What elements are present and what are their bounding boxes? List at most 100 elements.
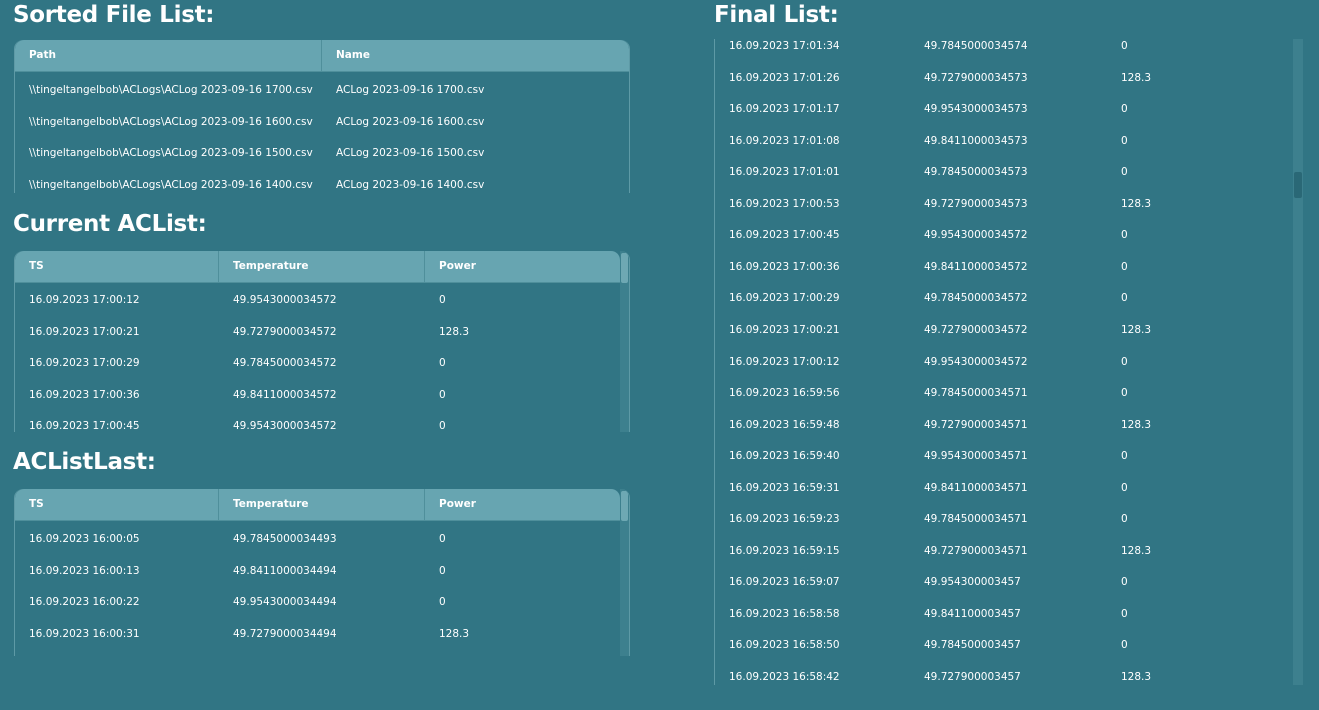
- table-cell: 16.09.2023 16:59:48: [729, 418, 840, 431]
- list-item[interactable]: 16.09.2023 16:59:48 49.7279000034571 128.3: [715, 410, 1287, 442]
- table-cell: 49.7279000034494: [233, 627, 337, 640]
- table-cell: 16.09.2023 17:01:01: [729, 166, 840, 179]
- scrollbar-thumb[interactable]: [621, 253, 628, 283]
- table-cell: 0: [1121, 40, 1128, 52]
- table-cell: 16.09.2023 16:00:31: [29, 627, 140, 640]
- sorted-file-list-grid[interactable]: Path Name \\tingeltangelbob\ACLogs\ACLog…: [14, 40, 630, 193]
- list-item[interactable]: 16.09.2023 17:00:45 49.9543000034572 0: [715, 220, 1287, 252]
- table-cell: 49.7279000034572: [924, 323, 1028, 336]
- list-item[interactable]: 16.09.2023 17:00:53 49.7279000034573 128.3: [715, 189, 1287, 221]
- list-item[interactable]: 16.09.2023 17:01:26 49.7279000034573 128.3: [715, 63, 1287, 95]
- table-cell: ACLog 2023-09-16 1500.csv: [336, 147, 485, 160]
- list-item[interactable]: 16.09.2023 17:01:01 49.7845000034573 0: [715, 157, 1287, 189]
- table-cell: 49.7845000034493: [233, 533, 337, 545]
- table-cell: 0: [1121, 103, 1128, 116]
- table-cell: \\tingeltangelbob\ACLogs\ACLog 2023-09-1…: [29, 179, 313, 192]
- column-header-power[interactable]: Power: [425, 489, 620, 520]
- aclist-last-scrollbar[interactable]: [620, 489, 629, 656]
- table-cell: 0: [1121, 355, 1128, 368]
- table-cell: 49.7279000034573: [924, 197, 1028, 210]
- table-cell: 16.09.2023 16:59:07: [729, 576, 840, 589]
- list-item[interactable]: 16.09.2023 16:58:50 49.784500003457 0: [715, 630, 1287, 662]
- list-item[interactable]: 16.09.2023 17:01:34 49.7845000034574 0: [715, 39, 1287, 63]
- table-cell: 16.09.2023 16:00:22: [29, 596, 140, 608]
- table-row[interactable]: \\tingeltangelbob\ACLogs\ACLog 2023-09-1…: [15, 106, 629, 138]
- table-cell: 16.09.2023 17:01:34: [729, 40, 840, 52]
- table-cell: 16.09.2023 17:01:26: [729, 71, 840, 84]
- table-cell: 0: [1121, 229, 1128, 242]
- scrollbar-thumb[interactable]: [1294, 172, 1302, 198]
- table-cell: 49.7845000034573: [924, 166, 1028, 179]
- column-header-temperature[interactable]: Temperature: [219, 489, 425, 520]
- table-cell: 16.09.2023 16:59:23: [729, 513, 840, 526]
- list-item[interactable]: 16.09.2023 17:00:36 49.8411000034572 0: [715, 252, 1287, 284]
- list-item[interactable]: 16.09.2023 16:59:56 49.7845000034571 0: [715, 378, 1287, 410]
- column-header-ts[interactable]: TS: [15, 251, 219, 282]
- table-cell: 16.09.2023 17:00:53: [729, 197, 840, 210]
- column-header-path[interactable]: Path: [15, 40, 322, 71]
- table-cell: \\tingeltangelbob\ACLogs\ACLog 2023-09-1…: [29, 115, 313, 128]
- list-item[interactable]: 16.09.2023 17:00:29 49.7845000034572 0: [715, 283, 1287, 315]
- table-cell: 16.09.2023 17:00:12: [29, 294, 140, 306]
- list-item[interactable]: 16.09.2023 17:00:21 49.7279000034572 128.3: [715, 315, 1287, 347]
- list-item[interactable]: 16.09.2023 17:00:12 49.9543000034572 0: [715, 347, 1287, 379]
- table-cell: 49.7279000034572: [233, 325, 337, 338]
- scrollbar-thumb[interactable]: [621, 491, 628, 521]
- table-row[interactable]: 16.09.2023 17:00:36 49.8411000034572 0: [15, 379, 620, 411]
- current-aclist-header: TS Temperature Power: [15, 251, 620, 283]
- column-header-temperature[interactable]: Temperature: [219, 251, 425, 282]
- table-row[interactable]: \\tingeltangelbob\ACLogs\ACLog 2023-09-1…: [15, 137, 629, 169]
- table-cell: 0: [439, 533, 446, 545]
- table-row[interactable]: 16.09.2023 16:00:05 49.7845000034493 0: [15, 523, 620, 555]
- table-cell: 0: [1121, 450, 1128, 463]
- list-item[interactable]: 16.09.2023 16:59:15 49.7279000034571 128.3: [715, 536, 1287, 568]
- table-cell: 16.09.2023 16:59:15: [729, 544, 840, 557]
- list-item[interactable]: 16.09.2023 16:58:58 49.841100003457 0: [715, 599, 1287, 631]
- table-cell: 16.09.2023 17:00:29: [729, 292, 840, 305]
- table-cell: 49.7845000034574: [924, 40, 1028, 52]
- table-cell: ACLog 2023-09-16 1600.csv: [336, 115, 485, 128]
- list-item[interactable]: 16.09.2023 16:59:23 49.7845000034571 0: [715, 504, 1287, 536]
- table-cell: 0: [1121, 607, 1128, 620]
- table-cell: 49.7279000034573: [924, 71, 1028, 84]
- column-header-ts[interactable]: TS: [15, 489, 219, 520]
- table-row[interactable]: 16.09.2023 17:00:21 49.7279000034572 128.3: [15, 316, 620, 348]
- final-list-grid[interactable]: 16.09.2023 17:01:34 49.7845000034574 0 16.0…: [714, 39, 1304, 685]
- list-item[interactable]: 16.09.2023 16:59:07 49.954300003457 0: [715, 567, 1287, 599]
- table-cell: 128.3: [1121, 197, 1152, 210]
- table-cell: 0: [1121, 292, 1128, 305]
- table-row[interactable]: 16.09.2023 16:00:22 49.9543000034494 0: [15, 586, 620, 618]
- table-cell: \\tingeltangelbob\ACLogs\ACLog 2023-09-1…: [29, 147, 313, 160]
- list-item[interactable]: 16.09.2023 16:59:40 49.9543000034571 0: [715, 441, 1287, 473]
- table-row[interactable]: 16.09.2023 17:00:12 49.9543000034572 0: [15, 284, 620, 316]
- table-cell: 49.9543000034572: [924, 229, 1028, 242]
- table-cell: 0: [1121, 134, 1128, 147]
- sorted-file-list-title: Sorted File List:: [13, 2, 215, 28]
- aclist-last-grid[interactable]: TS Temperature Power 16.09.2023 16:00:05…: [14, 489, 630, 656]
- list-item[interactable]: 16.09.2023 17:01:17 49.9543000034573 0: [715, 94, 1287, 126]
- table-cell: 49.8411000034494: [233, 564, 337, 577]
- table-cell: 49.7845000034571: [924, 387, 1028, 400]
- column-header-name[interactable]: Name: [322, 40, 629, 71]
- table-row[interactable]: 16.09.2023 17:00:45 49.9543000034572 0: [15, 410, 620, 432]
- table-cell: 49.7279000034571: [924, 544, 1028, 557]
- table-cell: 0: [439, 596, 446, 608]
- table-cell: 0: [1121, 260, 1128, 273]
- list-item[interactable]: 16.09.2023 16:59:31 49.8411000034571 0: [715, 473, 1287, 505]
- column-header-power[interactable]: Power: [425, 251, 620, 282]
- current-aclist-scrollbar[interactable]: [620, 251, 629, 432]
- table-row[interactable]: 16.09.2023 17:00:29 49.7845000034572 0: [15, 347, 620, 379]
- final-list-scrollbar[interactable]: [1293, 39, 1303, 685]
- table-cell: 49.7279000034571: [924, 418, 1028, 431]
- table-cell: 128.3: [1121, 671, 1152, 683]
- final-list-title: Final List:: [714, 2, 839, 28]
- table-row[interactable]: 16.09.2023 16:00:13 49.8411000034494 0: [15, 555, 620, 587]
- list-item[interactable]: 16.09.2023 16:58:42 49.727900003457 128.3: [715, 662, 1287, 685]
- current-aclist-grid[interactable]: TS Temperature Power 16.09.2023 17:00:12…: [14, 251, 630, 432]
- list-item[interactable]: 16.09.2023 17:01:08 49.8411000034573 0: [715, 126, 1287, 158]
- table-cell: 16.09.2023 17:00:12: [729, 355, 840, 368]
- table-row[interactable]: \\tingeltangelbob\ACLogs\ACLog 2023-09-1…: [15, 169, 629, 193]
- table-row[interactable]: \\tingeltangelbob\ACLogs\ACLog 2023-09-1…: [15, 74, 629, 106]
- table-cell: 16.09.2023 17:00:45: [29, 420, 140, 432]
- table-row[interactable]: 16.09.2023 16:00:31 49.7279000034494 128.3: [15, 618, 620, 650]
